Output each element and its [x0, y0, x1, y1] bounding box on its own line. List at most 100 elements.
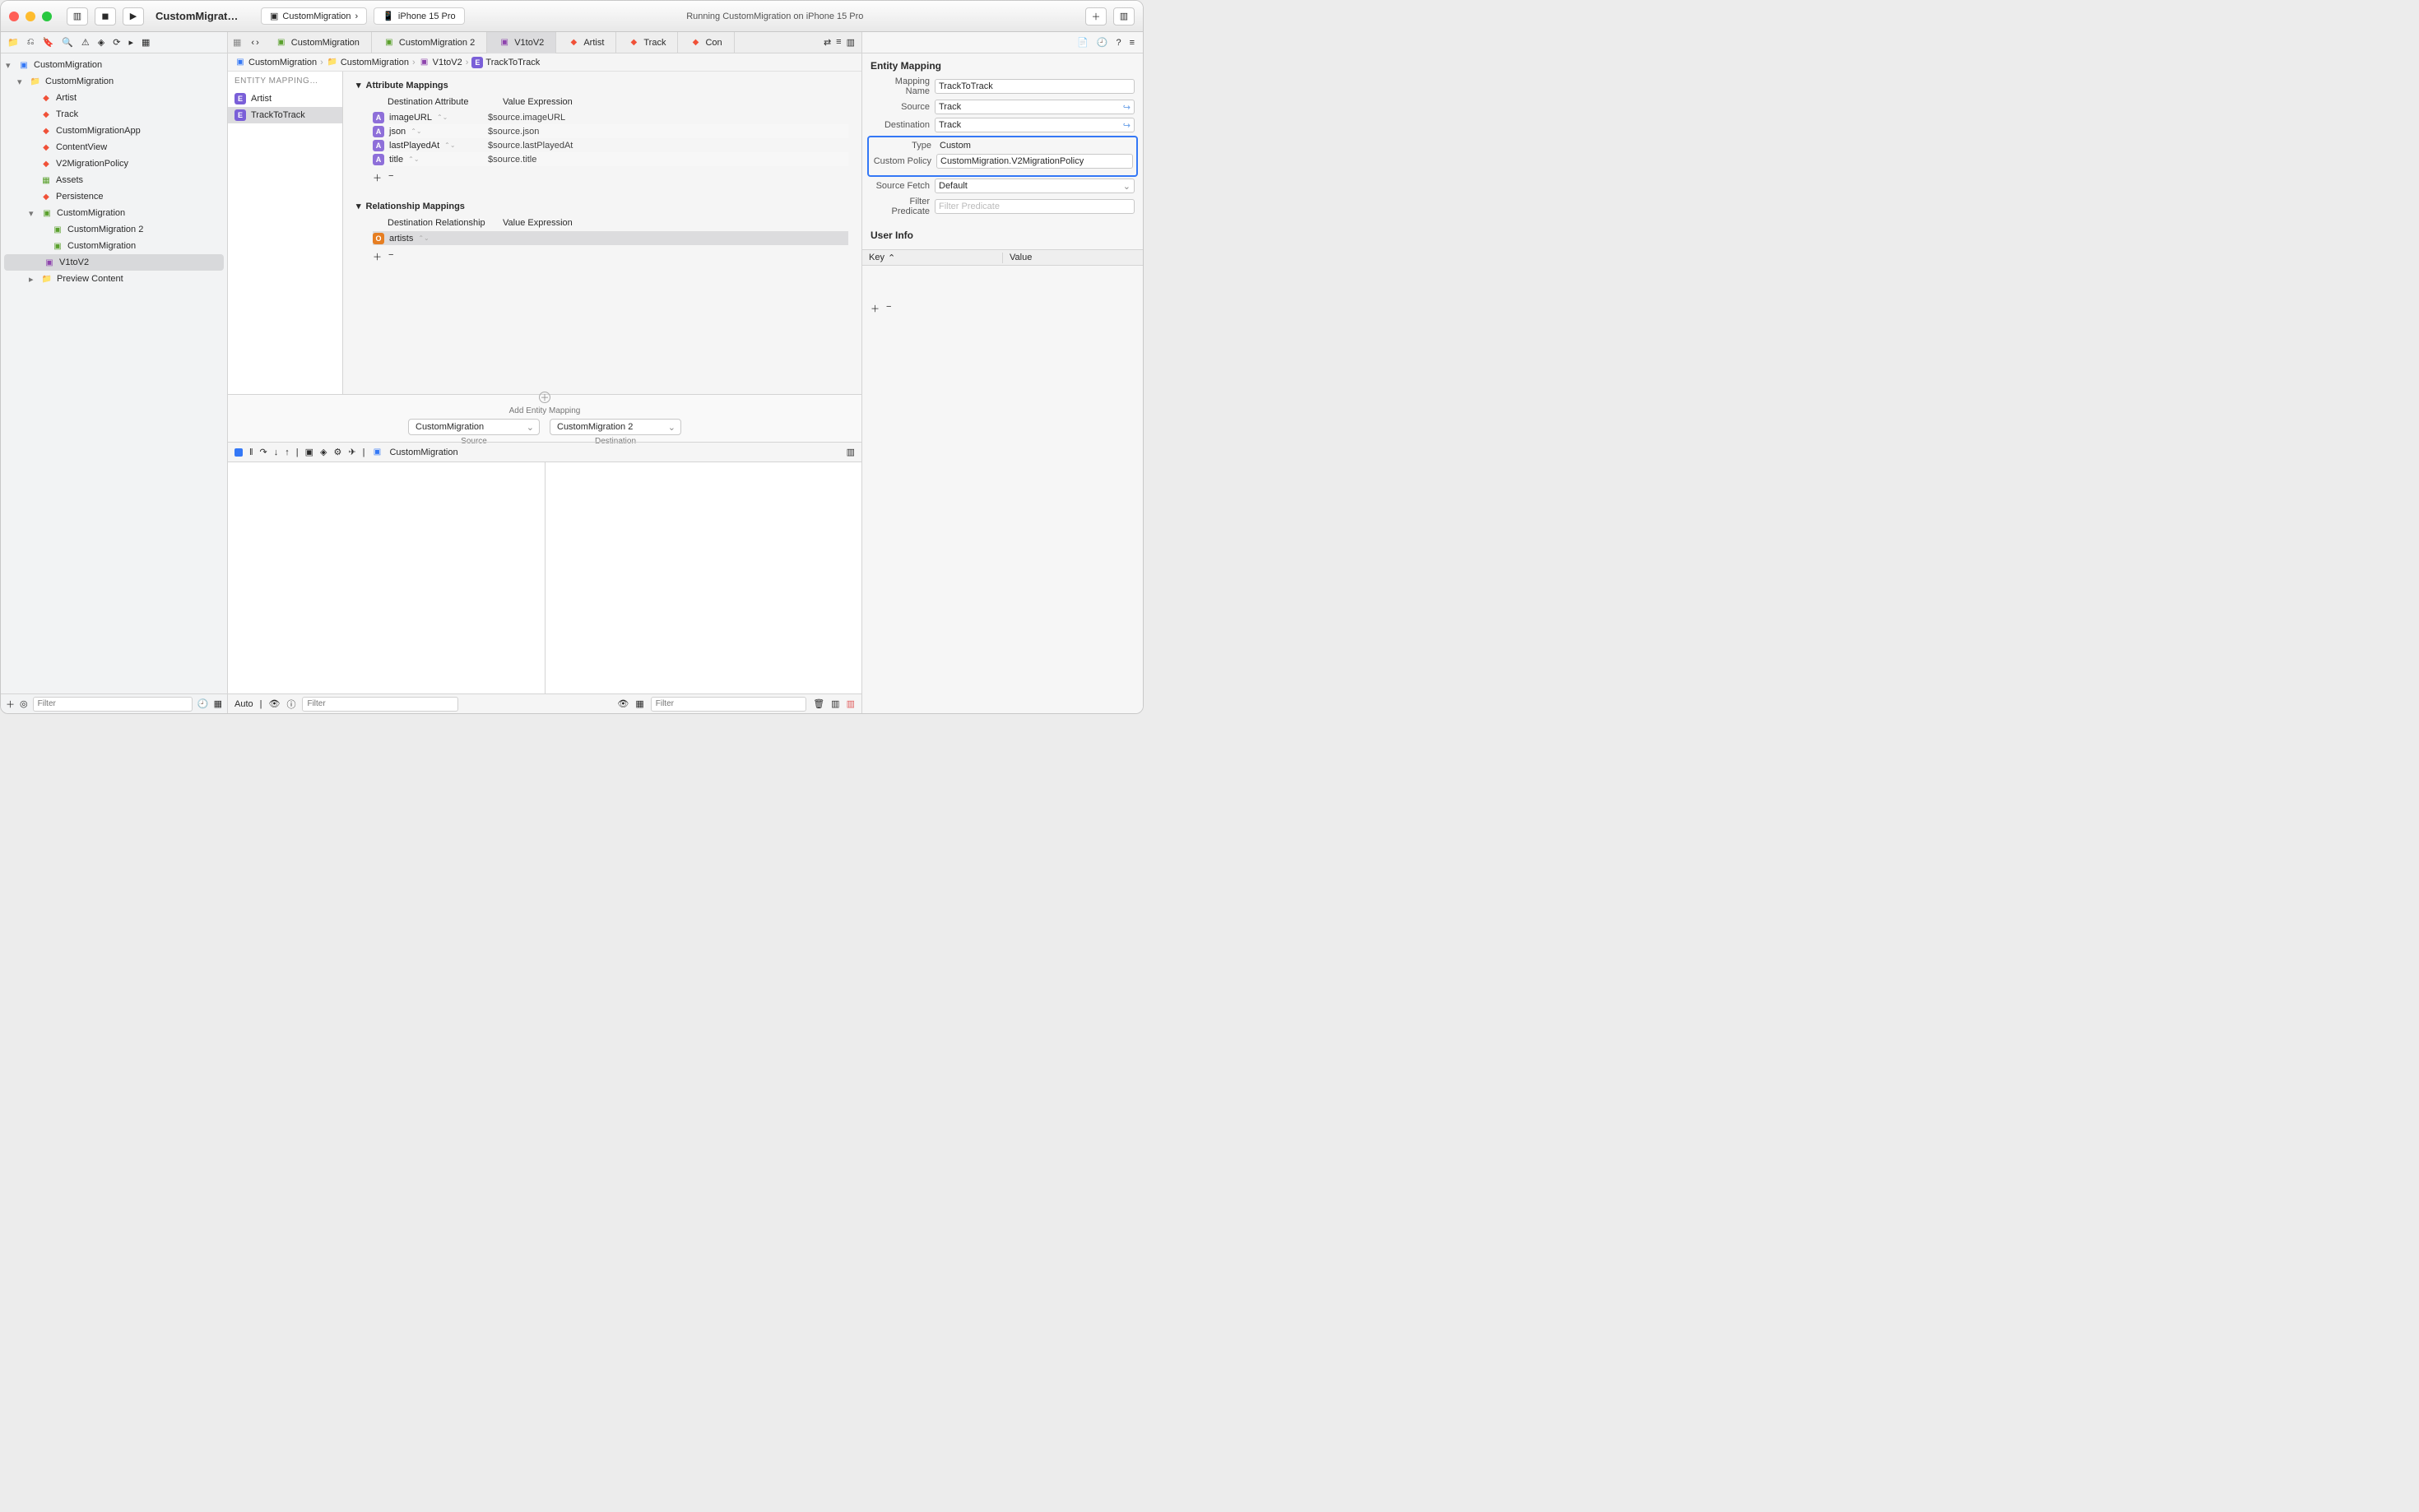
- destination-entity-select[interactable]: Track: [935, 118, 1135, 132]
- environment-button[interactable]: ⚙: [334, 447, 342, 457]
- project-tree[interactable]: ▾▣CustomMigration ▾📁CustomMigration ◆Art…: [1, 53, 227, 693]
- tree-file-persistence[interactable]: ◆Persistence: [1, 188, 227, 205]
- entity-row-tracktotrack[interactable]: ETrackToTrack: [228, 107, 342, 123]
- trash-icon[interactable]: 🗑: [813, 698, 824, 709]
- pause-button[interactable]: ‖: [249, 448, 253, 457]
- review-button[interactable]: ⇄: [824, 37, 831, 48]
- file-inspector-icon[interactable]: 📄: [1077, 37, 1089, 48]
- tree-preview-content[interactable]: ▸📁Preview Content: [1, 271, 227, 287]
- breakpoint-icon[interactable]: ▸: [128, 37, 133, 48]
- tab-track[interactable]: ◆Track: [616, 32, 678, 53]
- add-editor-button[interactable]: ▥: [847, 37, 855, 48]
- add-file-button[interactable]: ＋: [6, 698, 15, 711]
- report-icon[interactable]: ▦: [142, 37, 150, 48]
- nav-back-button[interactable]: ‹: [251, 38, 254, 48]
- nav-forward-button[interactable]: ›: [256, 38, 259, 48]
- close-window-button[interactable]: [9, 12, 19, 21]
- toggle-left-panel-button[interactable]: ▥: [831, 698, 839, 709]
- tree-group[interactable]: ▾📁CustomMigration: [1, 73, 227, 90]
- tab-artist[interactable]: ◆Artist: [556, 32, 616, 53]
- eye-icon[interactable]: 👁: [269, 698, 281, 709]
- debug-expand-button[interactable]: ▥: [847, 447, 855, 457]
- attr-row[interactable]: Atitle⌃⌄$source.title: [373, 152, 848, 166]
- run-button[interactable]: ▶: [123, 7, 144, 26]
- source-model-selector[interactable]: CustomMigration: [408, 419, 540, 435]
- source-entity-select[interactable]: Track: [935, 100, 1135, 114]
- tab-custommigration[interactable]: ▣CustomMigration: [264, 32, 372, 53]
- user-info-table[interactable]: [862, 266, 1143, 299]
- tree-modelversion-1[interactable]: ▣CustomMigration: [1, 238, 227, 254]
- console-scope-button[interactable]: ▦: [635, 698, 643, 709]
- add-user-info-button[interactable]: ＋: [871, 302, 880, 315]
- debug-view-button[interactable]: ▣: [305, 447, 313, 457]
- debug-icon[interactable]: ⟳: [113, 37, 120, 48]
- breadcrumb[interactable]: ▣CustomMigration› 📁CustomMigration› ▣V1t…: [228, 53, 861, 72]
- console-eye-icon[interactable]: 👁: [617, 698, 629, 709]
- remove-user-info-button[interactable]: −: [886, 302, 891, 315]
- rel-row[interactable]: Oartists⌃⌄: [373, 231, 848, 245]
- auto-scope-selector[interactable]: Auto: [234, 699, 253, 709]
- remove-attribute-button[interactable]: −: [388, 171, 393, 184]
- console-view[interactable]: [546, 462, 862, 693]
- tree-file-artist[interactable]: ◆Artist: [1, 90, 227, 106]
- bookmark-icon[interactable]: 🔖: [43, 37, 54, 48]
- device-selector[interactable]: 📱 iPhone 15 Pro: [374, 7, 464, 25]
- tree-file-app[interactable]: ◆CustomMigrationApp: [1, 123, 227, 139]
- step-out-button[interactable]: ↑: [285, 448, 290, 457]
- issue-icon[interactable]: ⚠: [81, 37, 90, 48]
- test-icon[interactable]: ◈: [98, 37, 104, 48]
- toggle-right-panel-button[interactable]: ▥: [847, 698, 855, 709]
- memory-graph-button[interactable]: ◈: [320, 447, 327, 457]
- stop-button[interactable]: ◼: [95, 7, 116, 26]
- add-relationship-button[interactable]: ＋: [373, 250, 382, 263]
- location-button[interactable]: ✈: [348, 447, 355, 457]
- related-files-button[interactable]: ▦: [228, 37, 246, 48]
- project-navigator-icon[interactable]: 📁: [7, 37, 19, 48]
- scheme-selector[interactable]: ▣ CustomMigration ›: [261, 7, 367, 25]
- tab-v1tov2[interactable]: ▣V1toV2: [487, 32, 556, 53]
- tree-project[interactable]: ▾▣CustomMigration: [1, 57, 227, 73]
- tree-file-migrationpolicy[interactable]: ◆V2MigrationPolicy: [1, 155, 227, 172]
- debug-process-label[interactable]: CustomMigration: [389, 448, 457, 457]
- attr-row[interactable]: Ajson⌃⌄$source.json: [373, 124, 848, 138]
- user-info-key-column[interactable]: Key⌃: [862, 253, 1003, 263]
- attr-row[interactable]: AlastPlayedAt⌃⌄$source.lastPlayedAt: [373, 138, 848, 152]
- step-into-button[interactable]: ↓: [274, 448, 279, 457]
- step-over-button[interactable]: ↷: [260, 447, 267, 457]
- attributes-inspector-icon[interactable]: ≡: [1130, 38, 1135, 48]
- info-icon[interactable]: ⓘ: [286, 698, 295, 711]
- toggle-navigator-button[interactable]: ▥: [67, 7, 88, 26]
- tree-file-track[interactable]: ◆Track: [1, 106, 227, 123]
- mapping-name-field[interactable]: TrackToTrack: [935, 79, 1135, 94]
- zoom-window-button[interactable]: [42, 12, 52, 21]
- variables-filter-input[interactable]: [302, 697, 457, 712]
- tree-model[interactable]: ▾▣CustomMigration: [1, 205, 227, 221]
- add-tab-button[interactable]: ＋: [1085, 7, 1107, 26]
- breakpoint-toggle[interactable]: [234, 448, 243, 457]
- tab-custommigration-2[interactable]: ▣CustomMigration 2: [372, 32, 487, 53]
- tree-mapping-v1tov2[interactable]: ▣V1toV2: [4, 254, 224, 271]
- source-control-icon[interactable]: ⎌: [27, 37, 35, 48]
- tree-file-contentview[interactable]: ◆ContentView: [1, 139, 227, 155]
- source-fetch-select[interactable]: Default: [935, 179, 1135, 193]
- recent-button[interactable]: 🕘: [197, 698, 209, 709]
- entity-row-artist[interactable]: EArtist: [228, 90, 342, 107]
- toggle-inspector-button[interactable]: ▥: [1113, 7, 1135, 26]
- remove-relationship-button[interactable]: −: [388, 250, 393, 263]
- tab-con[interactable]: ◆Con: [678, 32, 734, 53]
- scm-filter-button[interactable]: ▦: [214, 698, 222, 709]
- destination-model-selector[interactable]: CustomMigration 2: [550, 419, 681, 435]
- find-icon[interactable]: 🔍: [62, 37, 73, 48]
- attribute-mappings-header[interactable]: ▾Attribute Mappings: [356, 77, 848, 94]
- attr-row[interactable]: AimageURL⌃⌄$source.imageURL: [373, 110, 848, 124]
- filter-predicate-field[interactable]: Filter Predicate: [935, 199, 1135, 214]
- user-info-value-column[interactable]: Value: [1003, 253, 1143, 262]
- minimize-window-button[interactable]: [26, 12, 35, 21]
- filter-scope-button[interactable]: ◎: [20, 698, 28, 709]
- adjust-editor-button[interactable]: ≡: [836, 37, 841, 48]
- variables-view[interactable]: [228, 462, 546, 693]
- tree-file-assets[interactable]: ▦Assets: [1, 172, 227, 188]
- custom-policy-field[interactable]: CustomMigration.V2MigrationPolicy: [936, 154, 1133, 169]
- console-filter-input[interactable]: [651, 697, 806, 712]
- history-inspector-icon[interactable]: 🕘: [1097, 37, 1108, 48]
